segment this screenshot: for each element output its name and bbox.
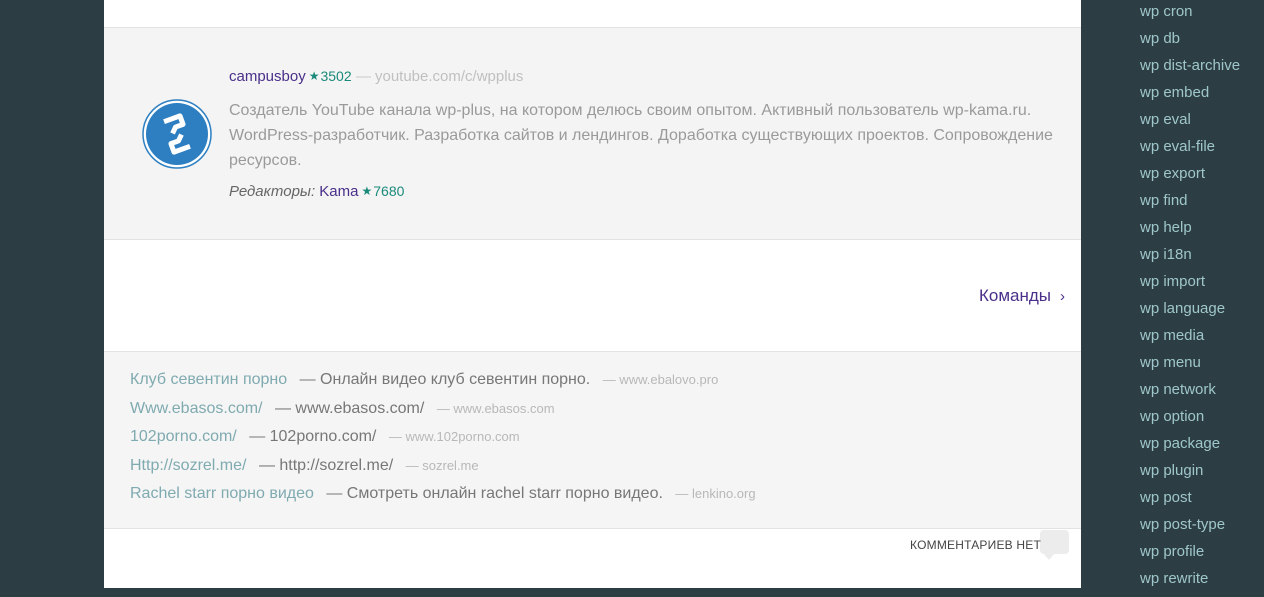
sidebar-item-wp-language[interactable]: wp language [1140, 300, 1264, 327]
sidebar-item-wp-post-type[interactable]: wp post-type [1140, 516, 1264, 543]
link-anchor[interactable]: Www.ebasos.com/ [130, 400, 262, 417]
author-url: youtube.com/c/wpplus [374, 68, 524, 85]
sidebar-item-wp-find[interactable]: wp find [1140, 192, 1264, 219]
editors-line: Редакторы: Kama ★7680 [229, 181, 1059, 202]
sidebar-item-wp-post[interactable]: wp post [1140, 489, 1264, 516]
editors-label: Редакторы: [229, 183, 316, 200]
sidebar-item-wp-help[interactable]: wp help [1140, 219, 1264, 246]
author-separator: — [355, 68, 371, 85]
sidebar-item-wp-rewrite[interactable]: wp rewrite [1140, 570, 1264, 597]
sidebar-item-wp-media[interactable]: wp media [1140, 327, 1264, 354]
sidebar-item-wp-export[interactable]: wp export [1140, 165, 1264, 192]
link-row: Rachel starr порно видео — Смотреть онла… [130, 482, 1081, 511]
comment-bubble-icon [1040, 530, 1069, 560]
sidebar-item-wp-option[interactable]: wp option [1140, 408, 1264, 435]
sidebar-commands: wp cron wp db wp dist-archive wp embed w… [1140, 3, 1264, 597]
sidebar-item-wp-network[interactable]: wp network [1140, 381, 1264, 408]
sidebar-item-wp-menu[interactable]: wp menu [1140, 354, 1264, 381]
next-post-label: Команды [978, 286, 1051, 305]
sidebar-item-wp-i18n[interactable]: wp i18n [1140, 246, 1264, 273]
author-avatar[interactable] [142, 99, 212, 169]
editor-rating: 7680 [373, 183, 405, 199]
sidebar-item-wp-eval[interactable]: wp eval [1140, 111, 1264, 138]
link-description: — 102porno.com/ [249, 428, 377, 445]
comments-count[interactable]: КОММЕНТАРИЕВ НЕТ [910, 538, 1041, 552]
related-links-box: Клуб севентин порно — Онлайн видео клуб … [104, 352, 1081, 529]
link-row: Http://sozrel.me/ — http://sozrel.me/ — … [130, 454, 1081, 483]
link-anchor[interactable]: 102porno.com/ [130, 428, 237, 445]
link-source: — www.102porno.com [388, 429, 520, 444]
link-anchor[interactable]: Клуб севентин порно [130, 371, 287, 388]
sidebar-item-wp-db[interactable]: wp db [1140, 30, 1264, 57]
author-info: campusboy ★3502 — youtube.com/c/wpplus Со… [229, 66, 1059, 202]
link-source: — sozrel.me [405, 457, 479, 473]
link-source: — www.ebasos.com [436, 400, 555, 416]
link-row: Www.ebasos.com/ — www.ebasos.com/ — www.… [130, 397, 1081, 426]
link-source: — lenkino.org [675, 486, 756, 501]
sidebar-item-wp-plugin[interactable]: wp plugin [1140, 462, 1264, 489]
sidebar-item-wp-dist-archive[interactable]: wp dist-archive [1140, 57, 1264, 84]
author-name-link[interactable]: campusboy [229, 68, 306, 85]
link-row: Клуб севентин порно — Онлайн видео клуб … [130, 368, 1081, 397]
main-content: campusboy ★3502 — youtube.com/c/wpplus Со… [104, 0, 1081, 588]
star-icon: ★ [361, 184, 373, 198]
post-navigation: Команды › [104, 240, 1081, 352]
sidebar-item-wp-import[interactable]: wp import [1140, 273, 1264, 300]
link-anchor[interactable]: Rachel starr порно видео [130, 485, 314, 502]
link-source: — www.ebalovo.pro [602, 372, 719, 387]
link-row: 102porno.com/ — 102porno.com/ — www.102p… [130, 425, 1081, 454]
link-anchor[interactable]: Http://sozrel.me/ [130, 457, 246, 474]
sidebar-item-wp-profile[interactable]: wp profile [1140, 543, 1264, 570]
star-icon: ★ [308, 69, 320, 83]
author-description: Создатель YouTube канала wp-plus, на кот… [229, 102, 1053, 169]
sidebar-item-wp-cron[interactable]: wp cron [1140, 3, 1264, 30]
author-box: campusboy ★3502 — youtube.com/c/wpplus Со… [104, 28, 1081, 240]
link-description: — www.ebasos.com/ [274, 399, 425, 417]
editor-name-link[interactable]: Kama [319, 183, 358, 200]
author-line: campusboy ★3502 — youtube.com/c/wpplus [229, 66, 1059, 87]
link-description: — Онлайн видео клуб севентин порно. [299, 371, 591, 388]
link-description: — http://sozrel.me/ [258, 456, 394, 474]
chevron-right-icon: › [1060, 288, 1065, 305]
sidebar-item-wp-package[interactable]: wp package [1140, 435, 1264, 462]
content-top-blank [104, 0, 1081, 28]
sidebar-item-wp-eval-file[interactable]: wp eval-file [1140, 138, 1264, 165]
link-description: — Смотреть онлайн rachel starr порно вид… [326, 485, 663, 502]
author-rating: 3502 [320, 68, 352, 84]
next-post-link[interactable]: Команды › [979, 286, 1065, 306]
sidebar-item-wp-embed[interactable]: wp embed [1140, 84, 1264, 111]
